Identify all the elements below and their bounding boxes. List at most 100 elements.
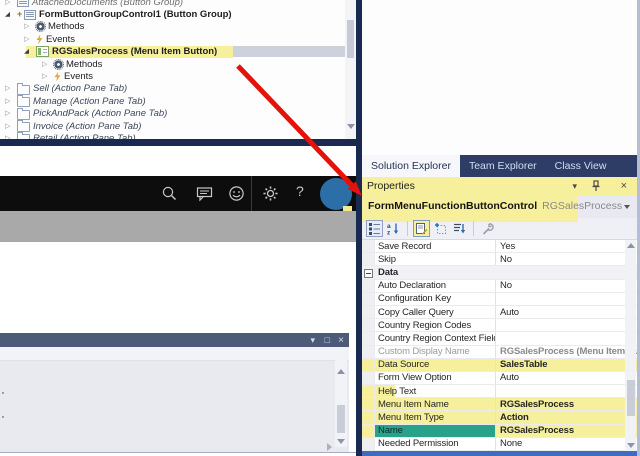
categorized-button[interactable] [366,220,383,237]
tree-item-label: PickAndPack (Action Pane Tab) [33,108,168,120]
scroll-right-arrow-icon[interactable] [327,443,332,451]
collapse-category-icon[interactable] [364,269,373,279]
pin-icon[interactable] [591,180,601,192]
expander-collapsed-icon[interactable] [5,0,17,6]
tree-item-methods[interactable]: Methods [0,21,356,33]
property-row-name[interactable]: Name RGSalesProcess [362,424,637,438]
expander-expanded-icon[interactable] [5,11,17,19]
tree-item-invoice[interactable]: Invoice (Action Pane Tab) [0,120,356,133]
tool-window-title-bar[interactable] [0,333,349,347]
tree-item-pickandpack[interactable]: PickAndPack (Action Pane Tab) [0,107,356,120]
tree-item-sell[interactable]: Sell (Action Pane Tab) [0,82,356,95]
scrollbar-up-arrow-icon[interactable] [626,243,635,248]
property-value[interactable]: RGSalesProcess [495,424,637,437]
property-row[interactable]: Skip No [362,253,637,267]
scrollbar-thumb[interactable] [347,20,354,58]
menu-item-button-icon [36,46,49,58]
property-row[interactable]: Copy Caller Query Auto [362,305,637,320]
tab-team-explorer[interactable]: Team Explorer [460,155,546,177]
window-menu-icon[interactable] [310,334,315,347]
tree-item-events-2[interactable]: Events [0,70,356,82]
property-row-data-source[interactable]: Data Source SalesTable [362,358,637,372]
scrollbar-up-arrow-icon[interactable] [337,369,345,374]
property-row[interactable]: Needed Permission None [362,437,637,451]
chevron-down-icon[interactable] [624,205,630,209]
property-row[interactable]: Country Region Codes [362,319,637,333]
wrench-icon [482,222,494,235]
tree-item-rgsalesprocess[interactable]: RGSalesProcess (Menu Item Button) [0,45,356,58]
sort-rows-button[interactable] [451,220,468,237]
properties-title-bar[interactable]: Properties [362,177,637,196]
button-group-icon [24,9,36,20]
tree-item-formbuttongroupcontrol1[interactable]: + FormButtonGroupControl1 (Button Group) [0,8,356,20]
category-row[interactable]: Data [362,266,637,280]
categorized-icon [369,223,380,235]
property-value[interactable]: None [495,437,637,450]
property-label: Menu Item Name [374,398,495,411]
property-row[interactable]: Configuration Key [362,292,637,306]
help-icon[interactable] [296,183,304,199]
property-pages-button[interactable] [479,220,496,237]
property-value[interactable]: No [495,279,637,292]
smiley-icon[interactable] [228,185,245,202]
scrollbar-thumb[interactable] [626,380,635,416]
tree-item-events[interactable]: Events [0,33,356,45]
close-icon[interactable] [621,181,627,192]
property-value[interactable] [495,319,637,332]
property-row-menu-item-type[interactable]: Menu Item Type Action [362,411,637,425]
expander-collapsed-icon[interactable] [24,36,36,43]
tab-class-view[interactable]: Class View [546,155,616,177]
search-icon[interactable] [161,185,178,202]
property-value[interactable]: Yes [495,240,637,253]
property-row[interactable]: Custom Display Name RGSalesProcess (Menu… [362,345,637,359]
expand-button[interactable] [432,220,449,237]
window-bottom-accent-bar [362,451,637,456]
methods-gear-icon [53,58,64,70]
tree-item-attacheddocuments[interactable]: AttachedDocuments (Button Group) [0,0,356,8]
expander-collapsed-icon[interactable] [5,123,17,130]
expander-collapsed-icon[interactable] [5,135,17,139]
property-value[interactable]: RGSalesProcess [495,398,637,411]
scrollbar-down-arrow-icon[interactable] [626,443,635,448]
expander-expanded-icon[interactable] [24,48,36,56]
property-label: Copy Caller Query [374,305,495,319]
tab-solution-explorer[interactable]: Solution Explorer [362,155,460,177]
property-value[interactable] [495,385,637,398]
expander-collapsed-icon[interactable] [42,73,54,80]
maximize-icon[interactable] [325,334,330,347]
properties-view-button[interactable] [413,220,430,237]
property-row[interactable]: Form View Option Auto [362,371,637,386]
property-value[interactable] [495,292,637,305]
tree-item-methods-2[interactable]: Methods [0,58,356,70]
object-selector-combobox[interactable]: FormMenuFunctionButtonControl RGSalesProc… [362,196,637,222]
property-row[interactable]: Save Record Yes [362,240,637,254]
feedback-icon[interactable] [196,185,213,202]
property-grid-scrollbar[interactable] [625,240,636,451]
scrollbar-down-arrow-icon[interactable] [347,124,355,129]
scrollbar-down-arrow-icon[interactable] [337,439,345,444]
tool-window-scrollbar[interactable] [335,355,347,447]
property-value[interactable]: Action [495,411,637,424]
property-value[interactable]: Auto [495,371,637,385]
expander-collapsed-icon[interactable] [5,85,17,92]
property-row[interactable]: Country Region Context Field [362,332,637,346]
expander-collapsed-icon[interactable] [5,98,17,105]
property-value[interactable]: Auto [495,305,637,319]
alphabetical-sort-button[interactable]: a z [385,220,402,237]
property-value[interactable] [495,332,637,345]
close-icon[interactable] [338,334,344,347]
expander-collapsed-icon[interactable] [5,110,17,117]
scrollbar-thumb[interactable] [337,405,345,433]
property-value[interactable]: SalesTable [495,358,637,371]
folder-icon [17,107,30,120]
tree-item-label: AttachedDocuments (Button Group) [32,0,184,8]
property-row[interactable]: Auto Declaration No [362,279,637,293]
tree-item-clipped[interactable]: Retail (Action Pane Tab) [0,132,356,139]
window-menu-icon[interactable] [572,181,577,192]
property-row-menu-item-name[interactable]: Menu Item Name RGSalesProcess [362,398,637,412]
tree-item-manage[interactable]: Manage (Action Pane Tab) [0,95,356,108]
property-value[interactable]: No [495,253,637,266]
tree-scrollbar[interactable] [345,0,356,139]
settings-gear-icon[interactable] [262,185,279,202]
property-row[interactable]: Help Text [362,385,637,399]
